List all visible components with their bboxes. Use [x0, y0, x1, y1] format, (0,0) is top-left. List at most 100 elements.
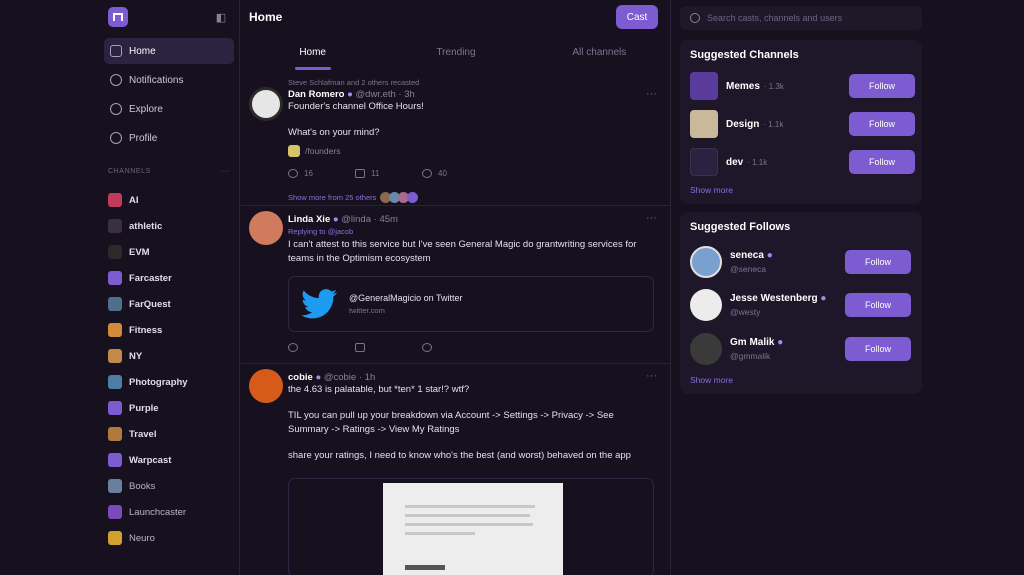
avatar[interactable]	[249, 211, 283, 245]
channel-name[interactable]: Design	[726, 119, 759, 130]
heart-icon	[422, 343, 432, 352]
channel-avatar	[108, 349, 122, 363]
author-handle[interactable]: @dwr.eth	[356, 89, 396, 100]
nav-item-profile[interactable]: Profile	[104, 125, 234, 151]
channel-item[interactable]: Fitness	[108, 317, 230, 343]
channel-item[interactable]: athletic	[108, 213, 230, 239]
image-line	[405, 505, 535, 508]
channel-item[interactable]: AI	[108, 187, 230, 213]
channel-avatar	[108, 323, 122, 337]
tab-all-channels[interactable]: All channels	[528, 38, 670, 70]
reply-button[interactable]: 16	[288, 169, 355, 178]
channel-name[interactable]: dev	[726, 157, 743, 168]
recast-button[interactable]: 11	[355, 169, 422, 178]
follow-info: Gm Malik ● @gmmalik	[730, 337, 783, 361]
reply-context[interactable]: Replying to @jacob	[288, 227, 655, 236]
channel-item[interactable]: NY	[108, 343, 230, 369]
image-line	[405, 523, 533, 526]
image-line	[405, 532, 475, 535]
suggested-follow-row[interactable]: Gm Malik ● @gmmalik Follow	[690, 332, 915, 366]
search-bar[interactable]: Search casts, channels and users	[680, 6, 922, 30]
author-name[interactable]: cobie	[288, 372, 313, 383]
follow-button[interactable]: Follow	[845, 337, 911, 361]
feed-post[interactable]: cobie ● @cobie · 1h the 4.63 is palatabl…	[241, 364, 670, 575]
cast-button[interactable]: Cast	[616, 5, 658, 29]
channel-item[interactable]: Warpcast	[108, 447, 230, 473]
embed-text: @GeneralMagicio on Twitter twitter.com	[349, 293, 463, 315]
author-name[interactable]: Linda Xie	[288, 214, 330, 225]
post-body: cobie ● @cobie · 1h the 4.63 is palatabl…	[288, 372, 655, 463]
avatar	[690, 333, 722, 365]
search-icon	[110, 103, 122, 115]
channel-tag-label: /founders	[305, 146, 341, 156]
post-header: Dan Romero ● @dwr.eth · 3h	[288, 89, 415, 100]
author-handle[interactable]: @cobie	[324, 372, 356, 383]
channel-label: AI	[129, 194, 139, 206]
follow-button[interactable]: Follow	[849, 150, 915, 174]
suggested-channel-row[interactable]: Memes · 1.3k Follow	[690, 71, 915, 101]
post-more-icon[interactable]: ···	[646, 88, 657, 100]
right-sidebar: Search casts, channels and users Suggest…	[680, 0, 922, 575]
channel-item[interactable]: FarQuest	[108, 291, 230, 317]
follow-name[interactable]: seneca	[730, 250, 764, 261]
channel-item[interactable]: Books	[108, 473, 230, 499]
follow-button[interactable]: Follow	[849, 112, 915, 136]
avatar[interactable]	[249, 87, 283, 121]
link-embed[interactable]: @GeneralMagicio on Twitter twitter.com	[288, 276, 654, 332]
channel-item[interactable]: EVM	[108, 239, 230, 265]
show-more-follows[interactable]: Show more	[690, 375, 733, 385]
channel-item[interactable]: Neuro	[108, 525, 230, 551]
channel-item[interactable]: Travel	[108, 421, 230, 447]
suggested-follow-row[interactable]: seneca ● @seneca Follow	[690, 245, 915, 279]
follow-name[interactable]: Gm Malik	[730, 337, 774, 348]
suggested-follows-title: Suggested Follows	[690, 221, 791, 233]
channel-label: Photography	[129, 376, 188, 388]
post-actions: 16 11 40	[288, 169, 489, 178]
nav-item-explore[interactable]: Explore	[104, 96, 234, 122]
post-more-icon[interactable]: ···	[646, 212, 657, 224]
follow-name[interactable]: Jesse Westenberg	[730, 293, 818, 304]
channel-tag[interactable]: /founders	[288, 145, 655, 157]
show-more-channels[interactable]: Show more	[690, 185, 733, 195]
thread-more-link[interactable]: Show more from 25 others	[288, 192, 419, 203]
channel-tag-icon	[288, 145, 300, 157]
channel-avatar	[108, 245, 122, 259]
post-text: the 4.63 is palatable, but *ten* 1 star!…	[288, 384, 470, 395]
channel-item[interactable]: Launchcaster	[108, 499, 230, 525]
nav-item-home[interactable]: Home	[104, 38, 234, 64]
suggested-follow-row[interactable]: Jesse Westenberg ● @westy Follow	[690, 288, 915, 322]
suggested-channels-card: Suggested Channels Memes · 1.3k Follow D…	[680, 40, 922, 204]
channels-heading: CHANNELS ···	[108, 168, 230, 180]
feed-post[interactable]: Linda Xie ● @linda · 45m Replying to @ja…	[241, 206, 670, 364]
recast-button[interactable]	[355, 343, 422, 352]
like-count: 40	[438, 169, 447, 178]
author-name[interactable]: Dan Romero	[288, 89, 344, 100]
reply-button[interactable]	[288, 343, 355, 352]
tab-trending[interactable]: Trending	[384, 38, 527, 70]
channel-item[interactable]: Photography	[108, 369, 230, 395]
collapse-sidebar-icon[interactable]: ◧	[214, 10, 228, 24]
warpcast-logo[interactable]	[108, 7, 128, 27]
tab-home[interactable]: Home	[241, 38, 384, 70]
follow-info: Jesse Westenberg ● @westy	[730, 293, 826, 317]
suggested-channel-row[interactable]: dev · 1.1k Follow	[690, 147, 915, 177]
channels-more-button[interactable]: ···	[221, 168, 230, 180]
channel-count: · 1.3k	[763, 81, 784, 91]
follow-button[interactable]: Follow	[845, 293, 911, 317]
suggested-channel-row[interactable]: Design · 1.1k Follow	[690, 109, 915, 139]
follow-button[interactable]: Follow	[845, 250, 911, 274]
post-more-icon[interactable]: ···	[646, 370, 657, 382]
like-button[interactable]	[422, 343, 489, 352]
nav-item-notifications[interactable]: Notifications	[104, 67, 234, 93]
author-handle[interactable]: @linda	[341, 214, 371, 225]
like-button[interactable]: 40	[422, 169, 489, 178]
follow-button[interactable]: Follow	[849, 74, 915, 98]
feed-post[interactable]: Steve Schlafman and 2 others recasted Da…	[241, 74, 670, 206]
avatar[interactable]	[249, 369, 283, 403]
channel-item[interactable]: Farcaster	[108, 265, 230, 291]
channel-item[interactable]: Purple	[108, 395, 230, 421]
post-image[interactable]	[288, 478, 654, 575]
channel-avatar	[108, 505, 122, 519]
channel-name[interactable]: Memes	[726, 81, 760, 92]
nav-label: Explore	[129, 103, 163, 115]
